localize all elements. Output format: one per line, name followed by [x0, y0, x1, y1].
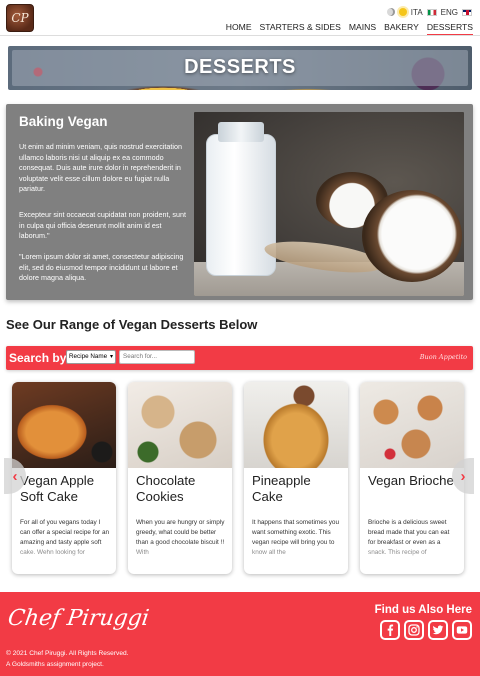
intro-photo-milk-coconut — [194, 112, 464, 296]
recipe-image[interactable] — [360, 382, 464, 468]
nav-bakery[interactable]: BAKERY — [384, 22, 419, 35]
search-bar: Search by Recipe Name ▾ Search for... Bu… — [6, 346, 473, 370]
recipe-card-vegan-brioche[interactable]: Vegan Brioche Brioche is a delicious swe… — [360, 382, 464, 574]
milk-jar — [206, 134, 276, 276]
excerpt-fade — [360, 542, 464, 566]
social-links — [380, 620, 472, 640]
chef-logo[interactable]: CP — [6, 4, 34, 32]
recipe-image[interactable] — [128, 382, 232, 468]
recipe-title[interactable]: Chocolate Cookies — [136, 473, 228, 505]
search-type-select[interactable]: Recipe Name ▾ — [66, 350, 116, 364]
chevron-right-icon: › — [460, 467, 466, 485]
page-title: DESSERTS — [184, 56, 296, 78]
recipe-title[interactable]: Vegan Apple Soft Cake — [20, 473, 112, 505]
lang-ita-label[interactable]: ITA — [411, 8, 423, 17]
recipe-title[interactable]: Vegan Brioche — [368, 473, 460, 489]
intro-paragraph-3: "Lorem ipsum dolor sit amet, consectetur… — [19, 252, 184, 283]
recipe-title[interactable]: Pineapple Cake — [252, 473, 344, 505]
milk-jar-neck — [218, 122, 264, 142]
chevron-down-icon: ▾ — [109, 354, 113, 360]
youtube-icon[interactable] — [452, 620, 472, 640]
moon-icon[interactable] — [386, 8, 395, 16]
recipe-card-apple-soft-cake[interactable]: Vegan Apple Soft Cake For all of you veg… — [12, 382, 116, 574]
nav-home[interactable]: HOME — [226, 22, 252, 35]
nav-starters-sides[interactable]: STARTERS & SIDES — [260, 22, 341, 35]
chef-signature: Chef Piruggi — [6, 606, 151, 631]
search-label: Search by — [9, 351, 67, 365]
excerpt-fade — [128, 542, 232, 566]
copyright-line-2: A Goldsmiths assignment project. — [6, 661, 104, 668]
chevron-left-icon: ‹ — [12, 467, 18, 485]
sun-icon[interactable] — [398, 8, 407, 16]
intro-title: Baking Vegan — [19, 114, 108, 129]
excerpt-fade — [244, 542, 348, 566]
copyright-line-1: © 2021 Chef Piruggi. All Rights Reserved… — [6, 650, 129, 657]
nav-desserts[interactable]: DESSERTS — [426, 22, 473, 35]
twitter-icon[interactable] — [428, 620, 448, 640]
buon-appetito-tagline: Buon Appetito — [419, 353, 467, 361]
facebook-icon[interactable] — [380, 620, 400, 640]
copyright: © 2021 Chef Piruggi. All Rights Reserved… — [6, 648, 129, 670]
intro-section: Baking Vegan Ut enim ad minim veniam, qu… — [6, 104, 473, 300]
search-type-value: Recipe Name — [69, 353, 108, 360]
search-input[interactable]: Search for... — [119, 350, 195, 364]
site-header: CP ITA ENG HOME STARTERS & SIDES MAINS B… — [0, 0, 480, 36]
range-heading: See Our Range of Vegan Desserts Below — [6, 317, 258, 332]
italy-flag-icon[interactable] — [426, 8, 437, 16]
instagram-icon[interactable] — [404, 620, 424, 640]
uk-flag-icon[interactable] — [462, 8, 472, 16]
coconut-half-large — [362, 190, 462, 282]
top-controls: ITA ENG — [386, 6, 472, 18]
nav-mains[interactable]: MAINS — [349, 22, 376, 35]
recipe-card-pineapple-cake[interactable]: Pineapple Cake It happens that sometimes… — [244, 382, 348, 574]
logo-monogram: CP — [11, 11, 29, 25]
lang-eng-label[interactable]: ENG — [441, 8, 458, 17]
intro-paragraph-2: Excepteur sint occaecat cupidatat non pr… — [19, 210, 187, 241]
site-footer: Chef Piruggi © 2021 Chef Piruggi. All Ri… — [0, 592, 480, 676]
excerpt-fade — [12, 542, 116, 566]
recipe-image[interactable] — [244, 382, 348, 468]
main-nav: HOME STARTERS & SIDES MAINS BAKERY DESSE… — [226, 22, 473, 35]
recipe-card-chocolate-cookies[interactable]: Chocolate Cookies When you are hungry or… — [128, 382, 232, 574]
find-us-heading: Find us Also Here — [374, 604, 472, 616]
intro-paragraph-1: Ut enim ad minim veniam, quis nostrud ex… — [19, 142, 182, 194]
page-banner: DESSERTS — [8, 46, 472, 90]
recipe-image[interactable] — [12, 382, 116, 468]
